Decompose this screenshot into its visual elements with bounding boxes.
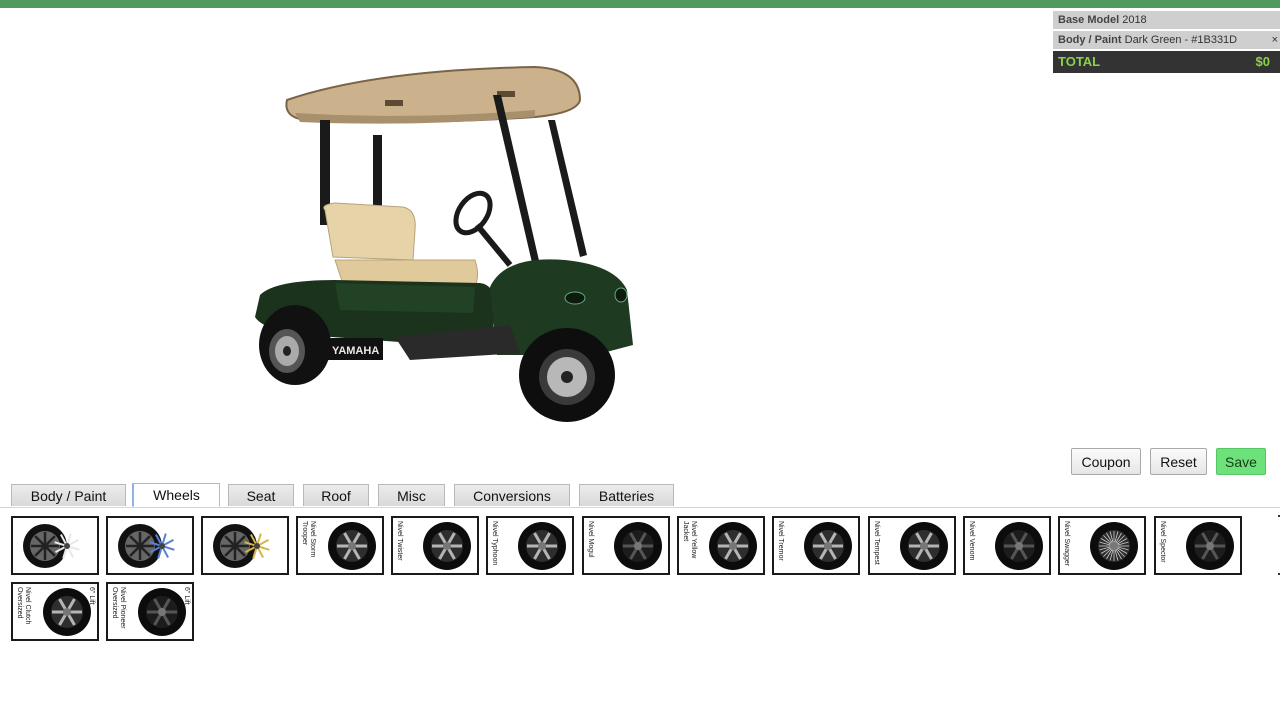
tab-misc[interactable]: Misc xyxy=(378,484,445,506)
wheel-option[interactable]: Nivel Clutch Oversized 6" Lift xyxy=(11,582,99,641)
wheel-rim-icon xyxy=(1090,522,1138,570)
wheel-option-label: Nivel Twister xyxy=(396,521,403,561)
wheel-rim-icon xyxy=(709,522,757,570)
wheel-option-label: Nivel Swagger xyxy=(1063,521,1070,567)
top-accent-bar xyxy=(0,0,1280,8)
action-buttons: Coupon Reset Save xyxy=(1071,448,1266,475)
reset-button[interactable]: Reset xyxy=(1150,448,1207,475)
tab-wheels[interactable]: Wheels xyxy=(132,483,220,507)
wheel-rim-icon xyxy=(138,588,186,636)
tab-conversions[interactable]: Conversions xyxy=(454,484,570,506)
tab-body-paint[interactable]: Body / Paint xyxy=(11,484,126,506)
wheel-option[interactable]: Nivel Swagger xyxy=(1058,516,1146,575)
wheel-rim-icon xyxy=(1186,522,1234,570)
wheel-option[interactable]: Nivel Tremor xyxy=(772,516,860,575)
scroll-indicator[interactable] xyxy=(1276,515,1280,577)
wheel-rim-icon xyxy=(118,524,175,568)
wheel-option[interactable]: Nivel Storm Trooper xyxy=(296,516,384,575)
wheel-rim-icon xyxy=(518,522,566,570)
wheel-option-label: Nivel Storm Trooper xyxy=(301,521,316,558)
body-paint-value: Dark Green - #1B331D xyxy=(1124,34,1238,46)
wheel-option[interactable] xyxy=(106,516,194,575)
wheel-option-label: Nivel Clutch Oversized xyxy=(16,587,31,625)
wheel-option[interactable]: Nivel Spector xyxy=(1154,516,1242,575)
summary-body-paint: Body / Paint Dark Green - #1B331D × xyxy=(1053,31,1280,49)
wheel-option[interactable]: Nivel Twister xyxy=(391,516,479,575)
wheel-option-label: Nivel Tempest xyxy=(873,521,880,565)
wheel-rim-icon xyxy=(995,522,1043,570)
wheel-rim-icon xyxy=(213,524,270,568)
wheel-lift-label: 6" Lift xyxy=(88,587,95,605)
wheel-option-label: Nivel Pioneer Oversized xyxy=(111,587,126,629)
wheel-lift-label: 6" Lift xyxy=(183,587,190,605)
wheel-rim-icon xyxy=(43,588,91,636)
save-button[interactable]: Save xyxy=(1216,448,1266,475)
body-paint-label: Body / Paint xyxy=(1058,34,1122,46)
total-value: $0 xyxy=(1255,54,1270,69)
total-label: TOTAL xyxy=(1058,54,1101,69)
coupon-button[interactable]: Coupon xyxy=(1071,448,1141,475)
yamaha-logo: YAMAHA xyxy=(332,345,379,357)
wheel-rim-icon xyxy=(23,524,80,568)
wheel-option[interactable]: Nivel Mogul xyxy=(582,516,670,575)
option-tabs: Body / Paint Wheels Seat Roof Misc Conve… xyxy=(0,483,1280,508)
wheel-option-label: Nivel Mogul xyxy=(587,521,594,558)
wheel-option-label: Nivel Tremor xyxy=(777,521,784,561)
wheel-option[interactable] xyxy=(11,516,99,575)
wheel-option[interactable]: Nivel Tempest xyxy=(868,516,956,575)
wheel-option[interactable]: Nivel Yellow Jacket xyxy=(677,516,765,575)
price-summary: Base Model 2018 Body / Paint Dark Green … xyxy=(1053,11,1280,73)
wheel-rim-icon xyxy=(900,522,948,570)
wheel-option-label: Nivel Venom xyxy=(968,521,975,561)
wheel-rim-icon xyxy=(804,522,852,570)
wheel-option-label: Nivel Typhoon xyxy=(491,521,498,566)
base-model-value: 2018 xyxy=(1122,14,1147,26)
wheel-option[interactable]: Nivel Venom xyxy=(963,516,1051,575)
wheel-option-label: Nivel Spector xyxy=(1159,521,1166,563)
wheel-option[interactable]: Nivel Typhoon xyxy=(486,516,574,575)
wheel-rim-icon xyxy=(328,522,376,570)
summary-base-model: Base Model 2018 xyxy=(1053,11,1280,29)
wheel-option[interactable]: Nivel Pioneer Oversized 6" Lift xyxy=(106,582,194,641)
tab-roof[interactable]: Roof xyxy=(303,484,369,506)
remove-option-icon[interactable]: × xyxy=(1272,31,1278,49)
tab-batteries[interactable]: Batteries xyxy=(579,484,674,506)
wheel-rim-icon xyxy=(614,522,662,570)
base-model-label: Base Model xyxy=(1058,14,1120,26)
wheel-option-label: Nivel Yellow Jacket xyxy=(682,521,697,559)
summary-total: TOTAL $0 xyxy=(1053,51,1280,73)
tab-seat[interactable]: Seat xyxy=(228,484,294,506)
wheel-rim-icon xyxy=(423,522,471,570)
cart-preview-image: YAMAHA xyxy=(235,55,645,435)
wheel-option[interactable] xyxy=(201,516,289,575)
